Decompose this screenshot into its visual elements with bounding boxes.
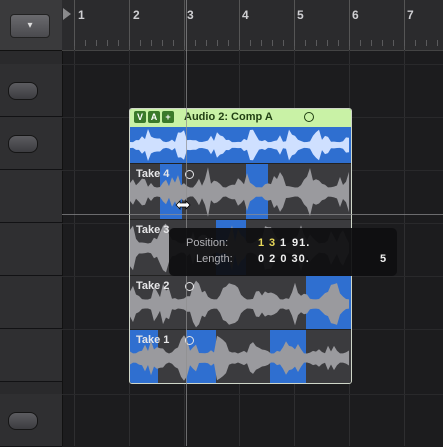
bar-number: 5 xyxy=(297,8,304,22)
ruler-minor-tick xyxy=(360,40,361,46)
position-value: 1 xyxy=(280,237,288,249)
take-folder-menu-icon[interactable]: V xyxy=(134,111,146,123)
position-label: Position: xyxy=(186,237,229,249)
ruler-minor-tick xyxy=(184,40,185,46)
ruler-minor-tick xyxy=(283,40,284,46)
take-lane[interactable]: Take 1 xyxy=(130,329,351,383)
loop-circle-icon xyxy=(304,112,314,122)
ruler-minor-tick xyxy=(228,40,229,46)
take-label: Take 4 xyxy=(136,168,170,180)
track-knob[interactable] xyxy=(8,135,38,153)
ruler-minor-tick xyxy=(261,40,262,46)
track-header-row[interactable] xyxy=(0,394,62,447)
ruler-minor-tick xyxy=(327,40,328,46)
track-knob[interactable] xyxy=(8,82,38,100)
crosshair-horizontal xyxy=(62,214,443,215)
track-header-row[interactable] xyxy=(0,276,62,329)
resize-cursor-icon xyxy=(175,200,191,210)
take-lane[interactable]: Take 2 xyxy=(130,275,351,332)
comp-waveform xyxy=(130,127,351,163)
take-label: Take 1 xyxy=(136,334,170,346)
ruler-minor-tick xyxy=(338,40,339,46)
comp-title: Audio 2: Comp A xyxy=(184,111,273,123)
extra-value: 5 xyxy=(380,253,388,265)
length-label: Length: xyxy=(196,253,233,265)
ruler-minor-tick xyxy=(272,40,273,46)
ruler-minor-tick xyxy=(426,40,427,46)
ruler-minor-tick xyxy=(393,40,394,46)
ruler-minor-tick xyxy=(85,40,86,46)
ruler-minor-tick xyxy=(316,40,317,46)
comp-header[interactable]: V A + Audio 2: Comp A xyxy=(130,109,351,127)
comp-a-icon[interactable]: A xyxy=(148,111,160,123)
bar-number: 1 xyxy=(78,8,85,22)
timeline-ruler[interactable]: 1 2 3 4 5 6 7 xyxy=(62,0,443,51)
ruler-minor-tick xyxy=(107,40,108,46)
ruler-minor-tick xyxy=(206,40,207,46)
length-value: 0 2 0 30. xyxy=(258,253,310,265)
ruler-minor-tick xyxy=(151,40,152,46)
bar-number: 3 xyxy=(187,8,194,22)
track-header-row[interactable] xyxy=(0,170,62,223)
track-options-button[interactable]: ▾ xyxy=(10,14,50,38)
ruler-minor-tick xyxy=(382,40,383,46)
take-lane[interactable]: Take 4 xyxy=(130,163,351,220)
track-knob[interactable] xyxy=(8,412,38,430)
bar-number: 7 xyxy=(407,8,414,22)
quick-swipe-icon[interactable]: + xyxy=(162,111,174,123)
ruler-minor-tick xyxy=(96,40,97,46)
ruler-minor-tick xyxy=(129,40,130,46)
ruler-minor-tick xyxy=(404,40,405,46)
track-header-row[interactable] xyxy=(0,117,62,170)
position-value: 1 xyxy=(258,237,266,249)
take-label: Take 2 xyxy=(136,280,170,292)
position-tooltip: Position: 1 3 1 91. Length: 0 2 0 30. 5 xyxy=(169,228,397,276)
position-value: 3 xyxy=(269,237,277,249)
ruler-minor-tick xyxy=(74,40,75,46)
dropdown-icon: ▾ xyxy=(27,20,33,31)
ruler-minor-tick xyxy=(162,40,163,46)
track-header-top: ▾ xyxy=(0,0,62,51)
track-header-row[interactable] xyxy=(0,223,62,276)
ruler-minor-tick xyxy=(217,40,218,46)
position-value: 91. xyxy=(292,237,311,249)
ruler-minor-tick xyxy=(140,40,141,46)
crosshair-vertical xyxy=(186,0,187,446)
ruler-minor-tick xyxy=(195,40,196,46)
take-label: Take 3 xyxy=(136,224,170,236)
ruler-minor-tick xyxy=(371,40,372,46)
track-header-row[interactable] xyxy=(0,64,62,117)
ruler-minor-tick xyxy=(118,40,119,46)
bar-number: 2 xyxy=(133,8,140,22)
bar-number: 6 xyxy=(352,8,359,22)
track-header-column: ▾ xyxy=(0,0,63,447)
playhead-marker-icon[interactable] xyxy=(63,8,71,20)
ruler-minor-tick xyxy=(294,40,295,46)
ruler-minor-tick xyxy=(250,40,251,46)
ruler-minor-tick xyxy=(305,40,306,46)
bar-number: 4 xyxy=(242,8,249,22)
ruler-minor-tick xyxy=(173,40,174,46)
ruler-minor-tick xyxy=(349,40,350,46)
ruler-minor-tick xyxy=(415,40,416,46)
ruler-minor-tick xyxy=(239,40,240,46)
ruler-minor-tick xyxy=(437,40,438,46)
track-header-row[interactable] xyxy=(0,329,62,382)
